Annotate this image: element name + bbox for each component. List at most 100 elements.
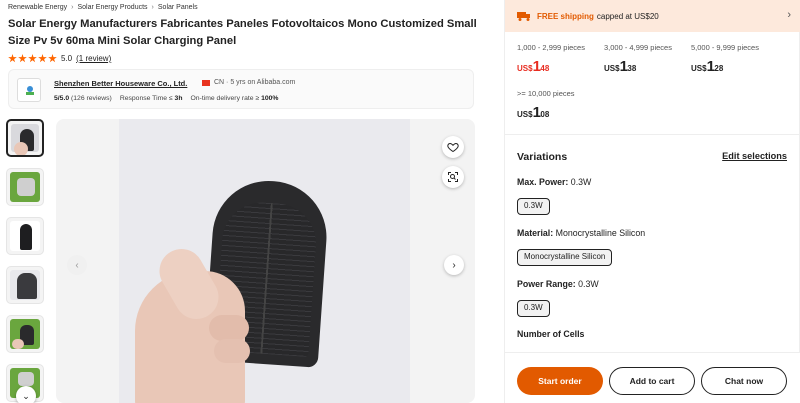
- supplier-score: 5/5.0: [54, 95, 70, 102]
- thumbnail-image: [11, 124, 39, 155]
- cells-attr: Number of Cells: [517, 329, 584, 339]
- star-icon: [18, 54, 27, 63]
- supplier-reviews: (126 reviews): [71, 95, 112, 102]
- supplier-name[interactable]: Shenzhen Better Houseware Co., Ltd.: [54, 79, 187, 88]
- material-attr: Material: Monocrystalline Silicon: [517, 228, 645, 238]
- product-photo: [119, 119, 410, 403]
- response-time: Response Time ≤ 3h: [120, 95, 183, 102]
- tier-range: 3,000 - 4,999 pieces: [604, 43, 672, 52]
- product-main: Renewable Energy › Solar Energy Products…: [0, 0, 490, 403]
- max-power-attr: Max. Power: 0.3W: [517, 177, 591, 187]
- image-gallery: ‹ ›: [56, 119, 475, 403]
- attr-value: 0.3W: [570, 177, 592, 187]
- breadcrumb-item[interactable]: Solar Panels: [158, 4, 198, 11]
- breadcrumb-item[interactable]: Renewable Energy: [8, 4, 67, 11]
- image-search-icon: [448, 172, 458, 182]
- finger-image: [214, 339, 250, 363]
- tier-range: 1,000 - 2,999 pieces: [517, 43, 585, 52]
- thumbnail[interactable]: [6, 315, 44, 353]
- shipping-cap-label: capped at US$20: [596, 11, 659, 21]
- start-order-button[interactable]: Start order: [517, 367, 603, 395]
- star-rating: [8, 54, 57, 63]
- chevron-down-icon[interactable]: ⌄: [16, 386, 36, 403]
- edit-selections-link[interactable]: Edit selections: [722, 151, 787, 161]
- ontime-rate: On-time delivery rate ≥ 100%: [190, 95, 278, 102]
- image-search-button[interactable]: [442, 166, 464, 188]
- tier-price-cents: 08: [540, 110, 550, 119]
- tier-range: 5,000 - 9,999 pieces: [691, 43, 759, 52]
- star-icon: [8, 54, 17, 63]
- attr-label: Material:: [517, 228, 554, 238]
- chevron-right-icon[interactable]: ›: [444, 255, 464, 275]
- supplier-logo[interactable]: [17, 78, 41, 102]
- attr-label: Number of Cells: [517, 329, 585, 339]
- product-title: Solar Energy Manufacturers Fabricantes P…: [8, 18, 477, 47]
- thumbnail[interactable]: [6, 217, 44, 255]
- breadcrumb: Renewable Energy › Solar Energy Products…: [8, 4, 198, 11]
- tier-currency: US$: [691, 64, 707, 73]
- price-tier: 3,000 - 4,999 pieces US$138: [604, 43, 672, 75]
- supplier-metrics: 5/5.0 (126 reviews) Response Time ≤ 3h O…: [54, 95, 278, 102]
- free-shipping-label: FREE shipping: [537, 11, 594, 21]
- material-option[interactable]: Monocrystalline Silicon: [517, 249, 613, 266]
- finger-image: [209, 315, 249, 341]
- flag-icon: [202, 80, 210, 86]
- tier-range: >= 10,000 pieces: [517, 89, 575, 98]
- divider: [505, 134, 800, 135]
- chevron-right-icon: ›: [71, 4, 74, 11]
- chevron-right-icon: ›: [787, 9, 791, 21]
- star-icon: [28, 54, 37, 63]
- truck-icon: [517, 12, 530, 21]
- power-range-option[interactable]: 0.3W: [517, 300, 550, 317]
- thumbnail-image: [10, 221, 40, 251]
- thumbnail-image: [10, 172, 40, 202]
- chat-now-button[interactable]: Chat now: [701, 367, 787, 395]
- star-icon: [38, 54, 47, 63]
- supplier-country: CN · 5 yrs on Alibaba.com: [214, 79, 296, 86]
- star-icon: [48, 54, 57, 63]
- ontime-value: 100%: [261, 95, 279, 102]
- tier-price: US$148: [517, 58, 585, 75]
- rating-row: 5.0 (1 review): [8, 54, 111, 63]
- attr-label: Power Range:: [517, 279, 576, 289]
- attr-value: Monocrystalline Silicon: [555, 228, 646, 238]
- purchase-panel: FREE shipping capped at US$20 › 1,000 - …: [504, 0, 800, 403]
- max-power-option[interactable]: 0.3W: [517, 198, 550, 215]
- tier-price: US$138: [604, 58, 672, 75]
- thumbnail[interactable]: [6, 168, 44, 206]
- tier-price-cents: 38: [627, 64, 637, 73]
- tier-price: US$128: [691, 58, 759, 75]
- tier-price-cents: 28: [714, 64, 724, 73]
- attr-value: 0.3W: [578, 279, 599, 289]
- thumbnail-image: [10, 270, 40, 300]
- tier-currency: US$: [517, 110, 533, 119]
- chevron-right-icon: ›: [151, 4, 154, 11]
- ontime-label: On-time delivery rate ≥: [190, 95, 260, 102]
- variations-title: Variations: [517, 151, 568, 163]
- price-tier: 5,000 - 9,999 pieces US$128: [691, 43, 759, 75]
- tier-price: US$108: [517, 104, 575, 121]
- tier-price-cents: 48: [540, 64, 550, 73]
- breadcrumb-item[interactable]: Solar Energy Products: [78, 4, 148, 11]
- shipping-banner[interactable]: FREE shipping capped at US$20 ›: [505, 0, 800, 32]
- tier-currency: US$: [604, 64, 620, 73]
- response-value: 3h: [174, 95, 183, 102]
- favorite-button[interactable]: [442, 136, 464, 158]
- chevron-left-icon[interactable]: ‹: [67, 255, 87, 275]
- tier-currency: US$: [517, 64, 533, 73]
- price-tier: 1,000 - 2,999 pieces US$148: [517, 43, 585, 75]
- thumbnail-image: [10, 319, 40, 349]
- reviews-link[interactable]: (1 review): [76, 54, 111, 63]
- heart-icon: [447, 142, 459, 153]
- attr-label: Max. Power:: [517, 177, 569, 187]
- response-label: Response Time ≤: [119, 95, 173, 102]
- thumbnail[interactable]: [6, 119, 44, 157]
- add-to-cart-button[interactable]: Add to cart: [609, 367, 695, 395]
- company-logo-icon: [26, 86, 34, 95]
- thumbnail[interactable]: [6, 266, 44, 304]
- rating-score: 5.0: [61, 54, 73, 63]
- supplier-score-group: 5/5.0 (126 reviews): [54, 95, 112, 102]
- supplier-card: Shenzhen Better Houseware Co., Ltd. CN ·…: [8, 69, 474, 109]
- action-bar: Start order Add to cart Chat now: [505, 352, 800, 403]
- price-tier: >= 10,000 pieces US$108: [517, 89, 575, 121]
